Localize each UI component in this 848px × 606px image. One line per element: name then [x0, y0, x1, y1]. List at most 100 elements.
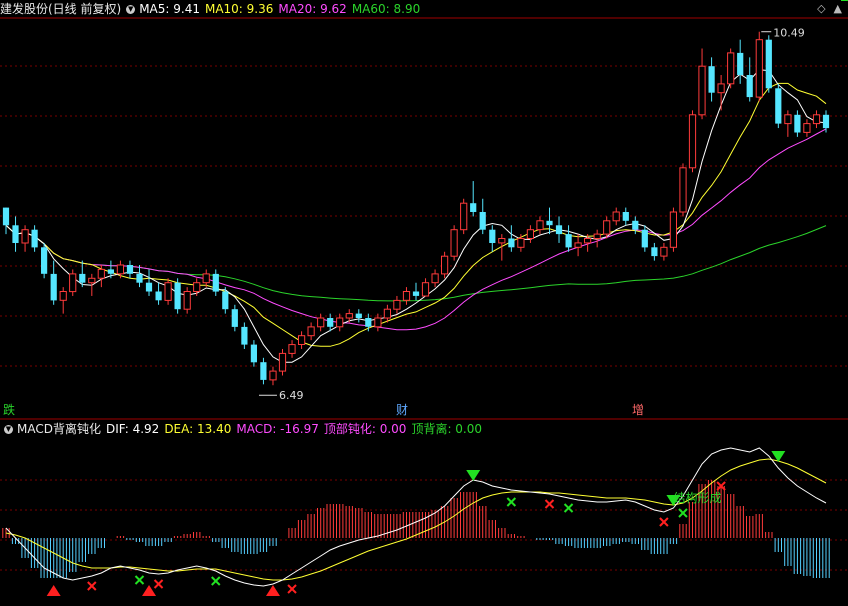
buy-triangle-icon — [265, 585, 280, 596]
ma20-value: MA20: 9.62 — [278, 2, 347, 16]
candle-body — [450, 229, 458, 257]
candle-body — [517, 238, 525, 248]
candle-body — [79, 273, 86, 283]
candle-body — [431, 273, 439, 284]
candle-body — [660, 246, 668, 257]
event-marker-increase[interactable]: 增 — [632, 403, 644, 417]
candle-body — [250, 344, 257, 363]
candle-body — [479, 212, 486, 230]
buy-triangle-icon — [142, 585, 157, 596]
candle-body — [746, 75, 753, 98]
candle-body — [460, 202, 468, 231]
candle-body — [612, 211, 620, 222]
candle-body — [50, 273, 57, 301]
candle-body — [632, 220, 639, 230]
price-labels: 10.49 6.49 — [258, 27, 805, 402]
ma10-value: MA10: 9.36 — [204, 2, 274, 16]
high-price-label: 10.49 — [773, 27, 805, 40]
candle-body — [21, 229, 29, 244]
candle-body — [317, 317, 325, 328]
candle-body — [526, 229, 534, 239]
green-x-icon — [211, 576, 221, 586]
dif-value: DIF: 4.92 — [105, 422, 160, 436]
candle-body — [546, 220, 553, 226]
candle-body — [708, 66, 715, 93]
red-x-icon — [87, 581, 97, 591]
candle-body — [698, 65, 706, 116]
candle-body — [822, 114, 830, 129]
candlestick-series — [2, 31, 830, 386]
red-x-icon — [544, 499, 555, 509]
candle-body — [421, 282, 430, 297]
event-marker-finance[interactable]: 财 — [396, 403, 408, 417]
candle-body — [327, 318, 334, 327]
candle-body — [775, 88, 782, 124]
candle-body — [374, 317, 382, 328]
window-controls: ◇ ▲ — [817, 2, 842, 15]
candle-body — [565, 234, 572, 248]
candle-body — [307, 326, 315, 337]
green-x-icon — [563, 503, 574, 513]
event-marker-drop[interactable]: 跌 — [3, 403, 15, 417]
diamond-icon[interactable]: ◇ — [817, 2, 825, 15]
candle-body — [536, 220, 544, 231]
price-panel-header: 建发股份(日线 前复权) ▼ MA5: 9.41 MA10: 9.36 MA20… — [0, 1, 425, 17]
candle-body — [489, 229, 496, 243]
candle-body — [231, 309, 238, 327]
candle-body — [164, 282, 172, 301]
up-arrow-icon[interactable]: ▲ — [834, 2, 842, 15]
candle-body — [241, 326, 248, 345]
candle-body — [31, 229, 38, 248]
candle-body — [212, 273, 219, 292]
candle-body — [222, 291, 229, 310]
candle-body — [107, 269, 114, 274]
candle-body — [498, 238, 506, 244]
candle-body — [755, 39, 763, 98]
candle-body — [278, 352, 287, 372]
candle-body — [12, 225, 19, 243]
candle-body — [574, 242, 582, 248]
candle-body — [202, 273, 210, 284]
candle-body — [679, 167, 687, 213]
green-x-icon — [678, 508, 688, 518]
candle-body — [336, 317, 344, 328]
green-x-icon — [506, 497, 517, 507]
chevron-down-icon[interactable]: ▼ — [4, 424, 13, 434]
candle-body — [641, 229, 648, 248]
candle-body — [136, 273, 143, 283]
candle-body — [2, 207, 10, 226]
candle-body — [155, 291, 162, 301]
candle-body — [717, 83, 725, 94]
candle-body — [812, 114, 821, 125]
candle-body — [41, 247, 48, 274]
red-x-icon — [287, 584, 297, 594]
candle-body — [441, 255, 449, 275]
candle-body — [584, 238, 592, 244]
candle-body — [116, 264, 125, 275]
candle-body — [59, 291, 67, 301]
structure-annotation: 结构形成 — [673, 490, 721, 505]
candle-body — [737, 52, 744, 75]
candle-body — [345, 313, 353, 319]
candle-body — [555, 225, 563, 235]
candle-body — [794, 114, 801, 133]
candle-body — [298, 335, 306, 346]
ma5-value: MA5: 9.41 — [139, 2, 200, 16]
indicator-name[interactable]: MACD背离钝化 — [17, 421, 101, 437]
candle-body — [593, 233, 601, 240]
red-x-icon — [659, 517, 669, 527]
candle-body — [669, 211, 677, 248]
chevron-down-icon[interactable]: ▼ — [126, 4, 136, 14]
candle-body — [355, 313, 362, 318]
stock-title[interactable]: 建发股份(日线 前复权) — [0, 1, 121, 17]
candle-body — [97, 268, 105, 279]
candle-body — [727, 52, 735, 85]
dea-value: DEA: 13.40 — [164, 422, 232, 436]
chart-stage: 10.49 6.49 结构形成 — [0, 0, 848, 596]
candle-body — [765, 39, 772, 89]
candle-body — [269, 370, 277, 381]
candle-body — [69, 273, 77, 293]
candle-body — [622, 212, 629, 221]
macd-panel-header: ▼ MACD背离钝化 DIF: 4.92 DEA: 13.40 MACD: -1… — [0, 421, 487, 437]
candle-body — [183, 291, 191, 310]
